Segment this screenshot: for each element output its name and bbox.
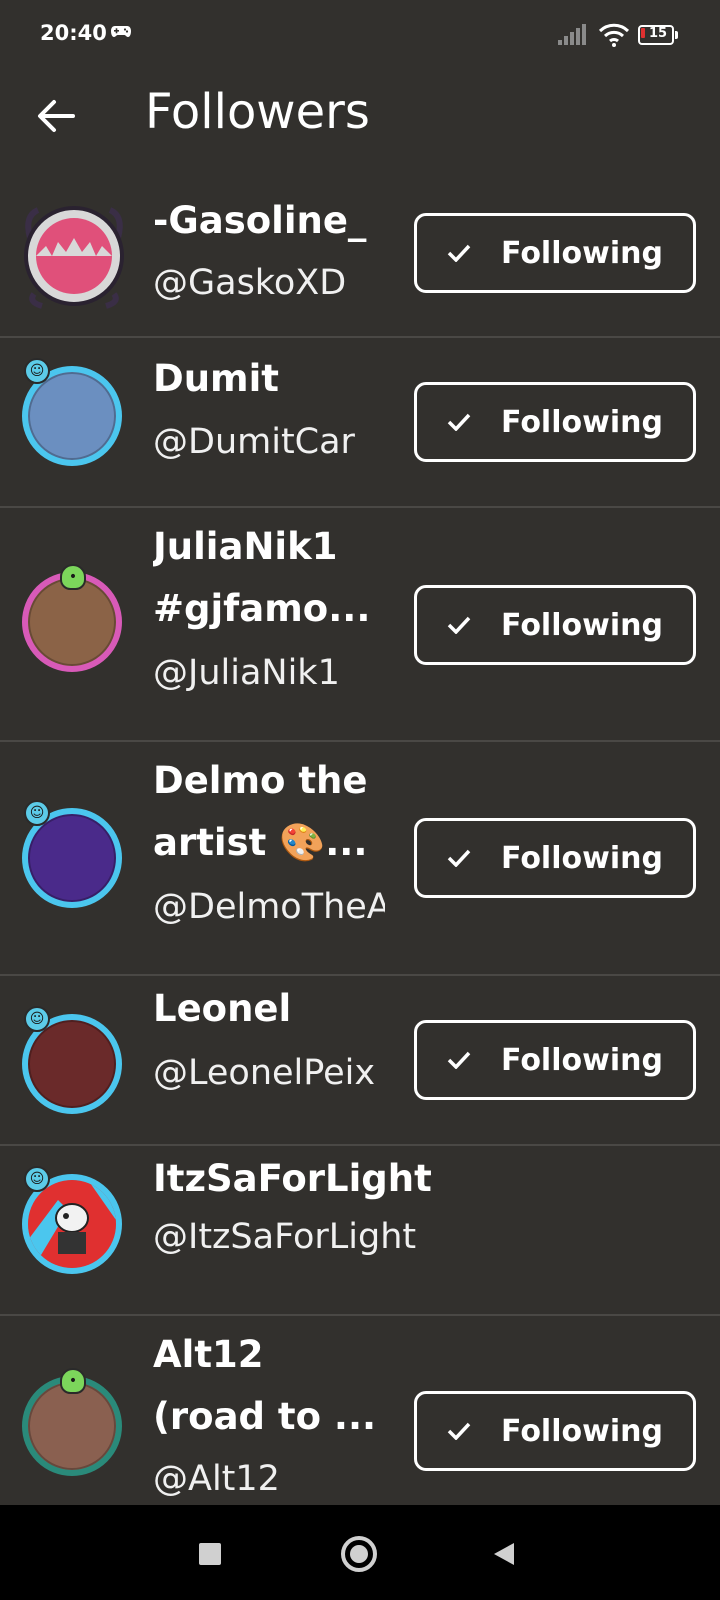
status-time: 20:40	[40, 21, 107, 45]
recents-icon[interactable]	[199, 1543, 221, 1565]
follower-name[interactable]: Leonel	[153, 978, 385, 1040]
following-button-label: Following	[501, 235, 663, 271]
signal-icon	[558, 24, 586, 45]
creature-badge-icon: ☺	[24, 1166, 50, 1192]
avatar[interactable]: ☺	[18, 800, 128, 910]
creature-badge-icon: ☺	[24, 1006, 50, 1032]
following-button[interactable]: Following	[414, 585, 696, 665]
follower-handle[interactable]: @JuliaNik1	[153, 648, 385, 698]
check-icon	[447, 616, 471, 634]
following-button[interactable]: Following	[414, 382, 696, 462]
check-icon	[447, 244, 471, 262]
follower-name[interactable]: Delmo the artist 🎨...	[153, 750, 385, 874]
following-button-label: Following	[501, 1413, 663, 1449]
list-item[interactable]: • Alt12 (road to ... @Alt12 Following	[0, 1316, 720, 1506]
avatar[interactable]: •	[18, 564, 128, 674]
battery-level: 15	[648, 26, 668, 41]
check-icon	[447, 1051, 471, 1069]
follower-handle[interactable]: @LeonelPeix	[153, 1048, 385, 1098]
creature-badge-icon: ☺	[24, 800, 50, 826]
list-item[interactable]: ☺ ItzSaForLight @ItzSaForLight	[0, 1146, 720, 1316]
list-item[interactable]: ☺ Delmo the artist 🎨... @DelmoTheA Follo…	[0, 742, 720, 976]
back-arrow-icon	[38, 100, 75, 132]
status-bar: 20:40 15	[0, 0, 720, 70]
follower-name[interactable]: -Gasoline_	[153, 190, 385, 252]
avatar[interactable]: ☺	[18, 1006, 128, 1116]
home-icon[interactable]	[341, 1536, 377, 1572]
gamepad-icon	[111, 26, 131, 37]
following-button-label: Following	[501, 404, 663, 440]
monster-avatar-icon	[24, 206, 124, 309]
follower-handle[interactable]: @DumitCar	[153, 417, 385, 467]
following-button-label: Following	[501, 840, 663, 876]
avatar[interactable]: ☺	[18, 1166, 128, 1276]
list-item[interactable]: -Gasoline_ @GaskoXD Following	[0, 180, 720, 338]
avatar[interactable]: •	[18, 1368, 128, 1478]
page-title: Followers	[145, 84, 370, 140]
following-button[interactable]: Following	[414, 1020, 696, 1100]
check-icon	[447, 1422, 471, 1440]
system-nav-bar	[0, 1505, 720, 1600]
follower-name[interactable]: Dumit	[153, 348, 385, 410]
list-item[interactable]: ☺ Leonel @LeonelPeix Following	[0, 976, 720, 1146]
header: Followers	[0, 70, 720, 180]
back-triangle-icon[interactable]	[492, 1541, 516, 1567]
frog-badge-icon: •	[60, 564, 86, 590]
following-button[interactable]: Following	[414, 818, 696, 898]
follower-name[interactable]: ItzSaForLight	[153, 1148, 453, 1210]
follower-name[interactable]: JuliaNik1 #gjfamo...	[153, 516, 385, 640]
list-item[interactable]: ☺ Dumit @DumitCar Following	[0, 338, 720, 508]
follower-handle[interactable]: @Alt12	[153, 1454, 385, 1504]
frog-badge-icon: •	[60, 1368, 86, 1394]
follower-handle[interactable]: @ItzSaForLight	[153, 1212, 453, 1262]
character-avatar-icon	[28, 1180, 116, 1268]
wifi-icon	[598, 23, 630, 47]
following-button-label: Following	[501, 1042, 663, 1078]
following-button-label: Following	[501, 607, 663, 643]
following-button[interactable]: Following	[414, 1391, 696, 1471]
avatar[interactable]	[18, 198, 128, 309]
follower-handle[interactable]: @DelmoTheA	[153, 882, 385, 932]
battery-icon: 15	[638, 25, 678, 45]
avatar[interactable]: ☺	[18, 358, 128, 468]
back-button[interactable]	[28, 88, 84, 144]
follower-name[interactable]: Alt12 (road to ...	[153, 1324, 385, 1448]
list-item[interactable]: • JuliaNik1 #gjfamo... @JuliaNik1 Follow…	[0, 508, 720, 742]
check-icon	[447, 849, 471, 867]
following-button[interactable]: Following	[414, 213, 696, 293]
check-icon	[447, 413, 471, 431]
creature-badge-icon: ☺	[24, 358, 50, 384]
follower-handle[interactable]: @GaskoXD	[153, 258, 385, 308]
